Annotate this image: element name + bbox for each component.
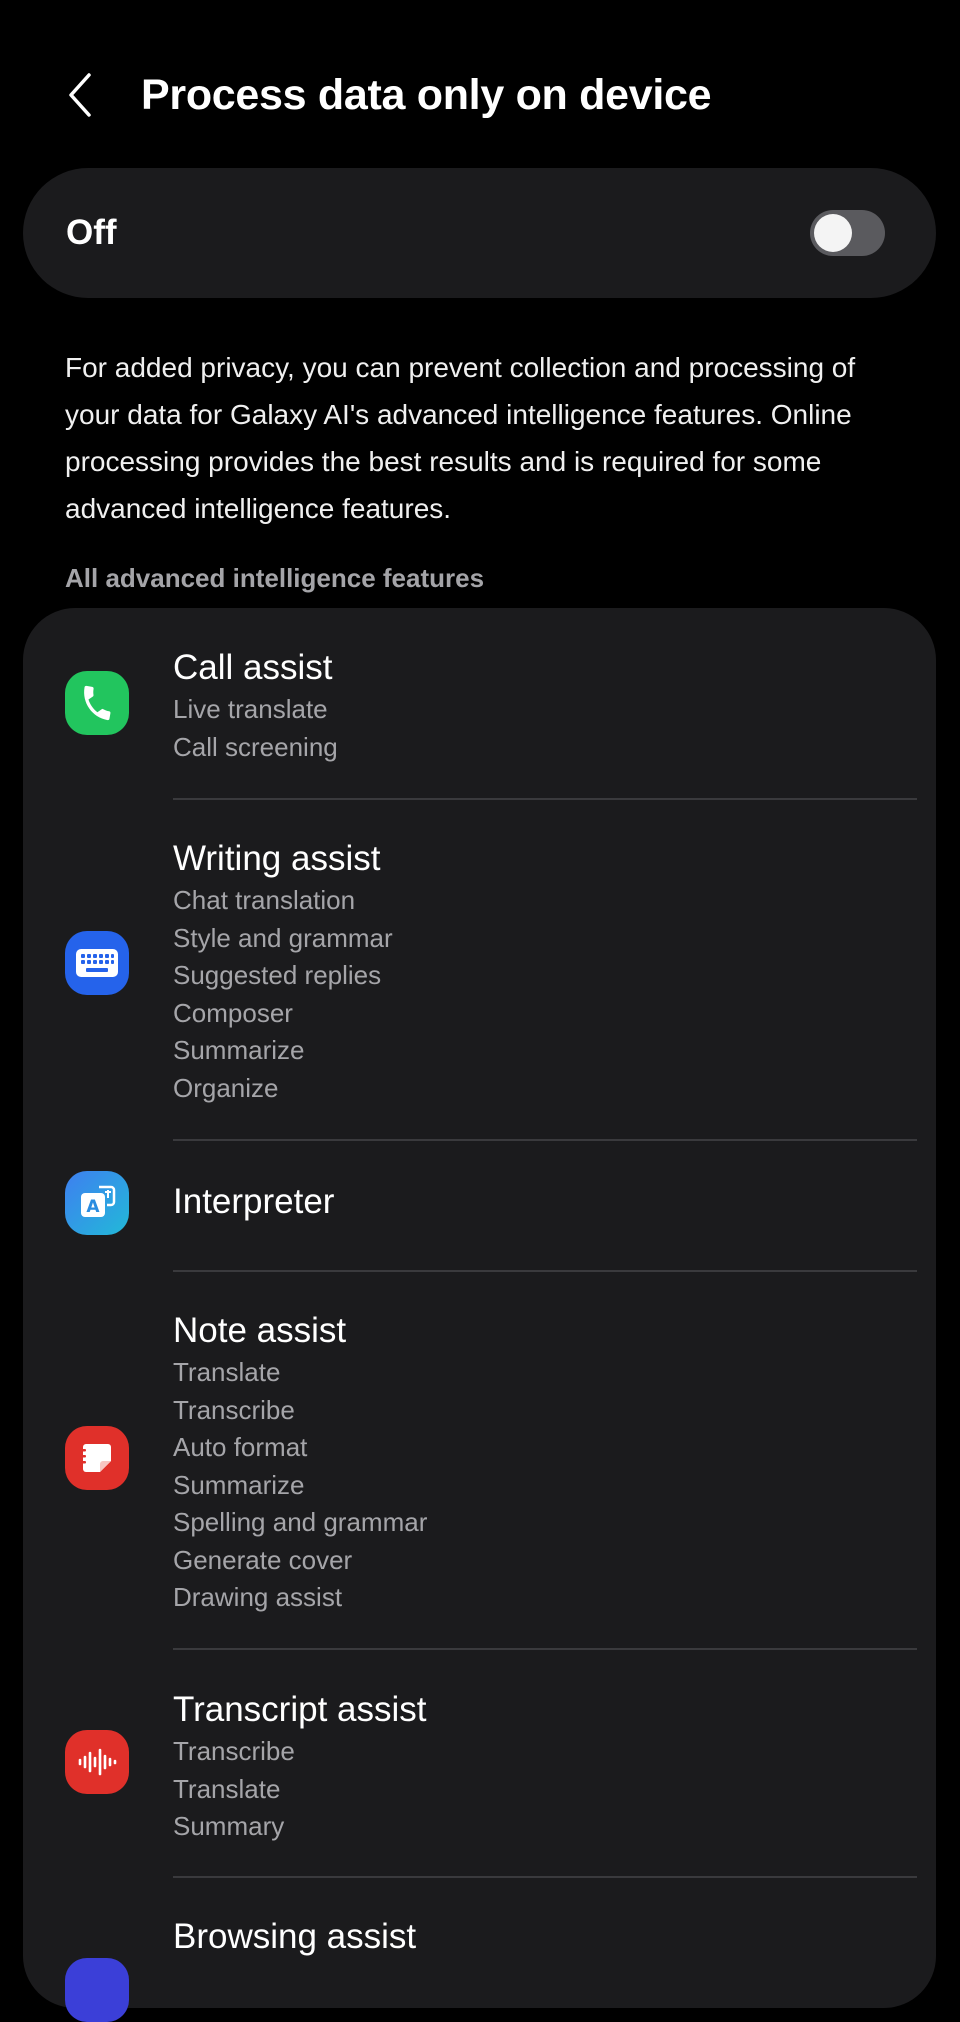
app-header: Process data only on device <box>0 0 960 190</box>
feature-title: Writing assist <box>173 839 381 878</box>
feature-browsing-assist[interactable]: Browsing assist <box>23 1878 936 2022</box>
feature-item: Composer <box>173 997 293 1028</box>
feature-item: Auto format <box>173 1432 308 1462</box>
feature-title: Browsing assist <box>173 1917 417 1956</box>
feature-item: Transcribe <box>173 1736 295 1766</box>
waveform-icon <box>65 1730 129 1794</box>
feature-interpreter[interactable]: A Interpreter <box>23 1141 936 1270</box>
feature-transcript-assist[interactable]: Transcript assist Transcribe Translate S… <box>23 1650 936 1876</box>
browser-icon <box>65 1958 129 2022</box>
feature-item: Live translate <box>173 694 328 724</box>
svg-text:A: A <box>86 1197 100 1217</box>
feature-item: Transcribe <box>173 1394 295 1425</box>
page-title: Process data only on device <box>141 71 712 119</box>
feature-item: Organize <box>173 1072 279 1103</box>
feature-item: Generate cover <box>173 1544 353 1575</box>
section-header: All advanced intelligence features <box>65 563 485 593</box>
feature-title: Note assist <box>173 1311 347 1350</box>
feature-title: Transcript assist <box>173 1690 427 1729</box>
feature-item: Translate <box>173 1357 281 1387</box>
feature-item: Suggested replies <box>173 960 382 990</box>
keyboard-icon <box>65 931 129 995</box>
feature-title: Interpreter <box>173 1182 335 1221</box>
privacy-description: For added privacy, you can prevent colle… <box>65 352 856 524</box>
feature-item: Call screening <box>173 731 338 762</box>
on-device-toggle-row[interactable]: Off <box>23 168 936 298</box>
feature-call-assist[interactable]: Call assist Live translate Call screenin… <box>23 608 936 798</box>
translate-icon: A <box>65 1171 129 1235</box>
notes-icon <box>65 1426 129 1490</box>
feature-writing-assist[interactable]: Writing assist Chat translation Style an… <box>23 800 936 1140</box>
switch-knob <box>814 214 852 252</box>
back-arrow-icon <box>69 73 91 117</box>
feature-item: Style and grammar <box>173 922 393 953</box>
feature-item: Translate <box>173 1773 281 1804</box>
feature-item: Drawing assist <box>173 1582 343 1612</box>
feature-item: Summarize <box>173 1035 305 1065</box>
features-list: Call assist Live translate Call screenin… <box>23 608 936 2022</box>
on-device-switch[interactable] <box>810 210 885 256</box>
phone-icon <box>65 671 129 735</box>
feature-item: Spelling and grammar <box>173 1507 428 1537</box>
feature-note-assist[interactable]: Note assist Translate Transcribe Auto fo… <box>23 1272 936 1648</box>
toggle-state-label: Off <box>66 213 117 252</box>
back-button[interactable] <box>56 66 104 124</box>
feature-title: Call assist <box>173 648 333 687</box>
feature-item: Chat translation <box>173 885 356 915</box>
feature-item: Summarize <box>173 1469 305 1500</box>
feature-item: Summary <box>173 1811 285 1841</box>
